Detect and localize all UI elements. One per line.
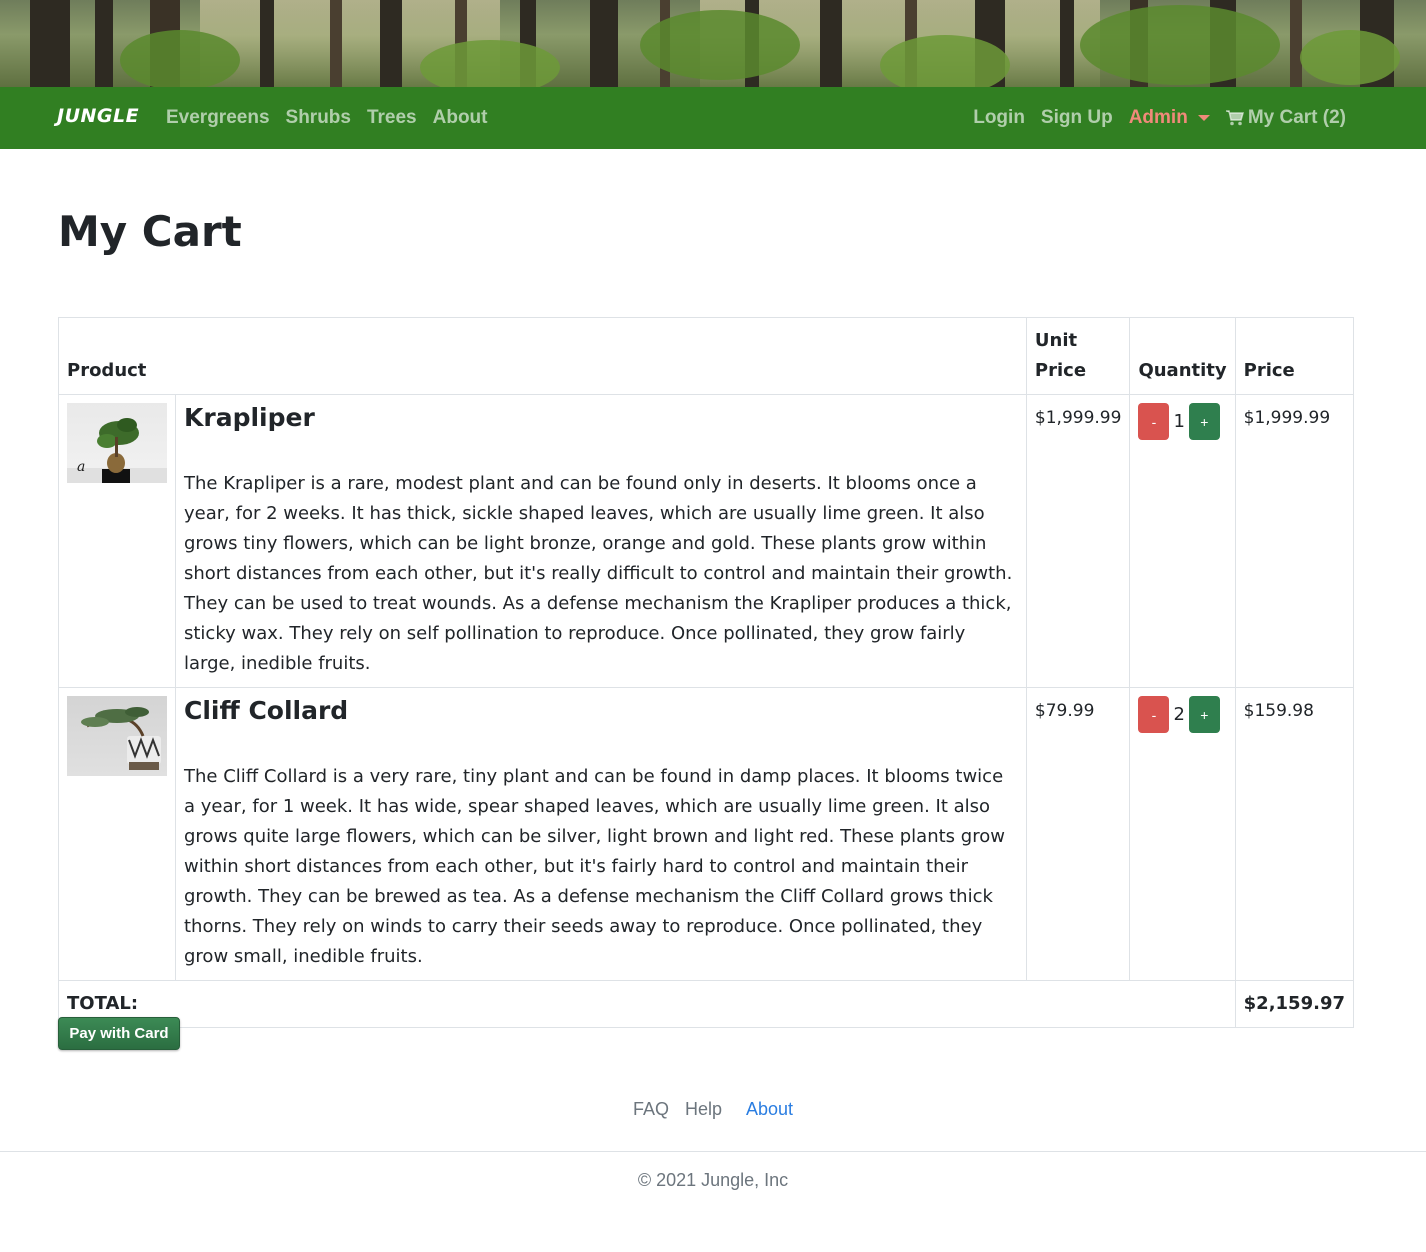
nav-link-trees[interactable]: Trees (367, 107, 417, 129)
cart-table: Product Unit Price Quantity Price a Krap… (58, 317, 1355, 1028)
footer-link-faq[interactable]: FAQ (633, 1099, 669, 1120)
footer-link-help[interactable]: Help (685, 1099, 722, 1120)
product-name[interactable]: Cliff Collard (184, 696, 1018, 726)
page-title: My Cart (58, 207, 242, 256)
admin-dropdown[interactable]: Admin (1129, 107, 1210, 129)
quantity-value: 2 (1173, 704, 1185, 725)
header-product: Product (58, 317, 1027, 395)
nav-link-shrubs[interactable]: Shrubs (286, 107, 351, 129)
product-description: The Krapliper is a rare, modest plant an… (184, 473, 1013, 674)
unit-price-cell: $1,999.99 (1025, 394, 1131, 688)
bonsai-image: a (67, 418, 167, 483)
nav-link-signup[interactable]: Sign Up (1041, 107, 1113, 129)
line-price-cell: $1,999.99 (1234, 394, 1355, 688)
decrease-quantity-button[interactable]: - (1138, 403, 1170, 440)
nav-right-links: Login Sign Up Admin My Cart (2) (973, 87, 1346, 149)
header-unit-price: Unit Price (1025, 317, 1131, 395)
product-info-cell: Cliff Collard The Cliff Collard is a ver… (175, 687, 1027, 981)
shopping-cart-icon (1225, 110, 1244, 126)
product-image[interactable]: a (67, 403, 167, 483)
table-row: Cliff Collard The Cliff Collard is a ver… (58, 687, 1355, 981)
admin-label: Admin (1128, 107, 1188, 128)
product-info-cell: Krapliper The Krapliper is a rare, modes… (175, 394, 1027, 688)
footer-link-about[interactable]: About (746, 1099, 793, 1120)
increase-quantity-button[interactable]: + (1188, 403, 1220, 440)
brand-logo[interactable]: JUNGLE (57, 105, 139, 127)
header-quantity: Quantity (1129, 317, 1236, 395)
table-row: a Krapliper The Krapliper is a rare, mod… (58, 394, 1355, 688)
caret-down-icon (1197, 115, 1210, 121)
footer-divider (0, 1151, 1426, 1152)
total-value: $2,159.97 (1234, 980, 1355, 1028)
nav-link-evergreens[interactable]: Evergreens (166, 107, 270, 129)
product-image-cell (58, 687, 176, 981)
bonsai-image (81, 707, 161, 770)
my-cart-label: My Cart (2) (1247, 107, 1346, 128)
nav-link-about[interactable]: About (433, 107, 488, 129)
nav-link-login[interactable]: Login (973, 107, 1025, 129)
table-header-row: Product Unit Price Quantity Price (58, 317, 1355, 395)
copyright-text: © 2021 Jungle, Inc (637, 1170, 789, 1190)
quantity-stepper: - 1 + (1138, 403, 1226, 440)
main-navbar: JUNGLE Evergreens Shrubs Trees About Log… (0, 87, 1426, 149)
quantity-cell: - 2 + (1129, 687, 1236, 981)
quantity-stepper: - 2 + (1138, 696, 1226, 733)
product-description: The Cliff Collard is a very rare, tiny p… (184, 766, 1005, 967)
header-price: Price (1234, 317, 1355, 395)
product-image-cell: a (58, 394, 176, 688)
quantity-cell: - 1 + (1129, 394, 1236, 688)
unit-price-cell: $79.99 (1025, 687, 1131, 981)
total-label: TOTAL: (58, 980, 1236, 1028)
footer-links: FAQ Help About (0, 1099, 1426, 1120)
decrease-quantity-button[interactable]: - (1138, 696, 1170, 733)
total-row: TOTAL: $2,159.97 (58, 980, 1355, 1028)
svg-text:a: a (77, 459, 85, 475)
pay-with-card-button[interactable]: Pay with Card (58, 1017, 180, 1050)
quantity-value: 1 (1173, 411, 1185, 432)
nav-left-links: Evergreens Shrubs Trees About (166, 87, 488, 149)
product-name[interactable]: Krapliper (184, 403, 1018, 433)
product-image[interactable] (67, 696, 167, 776)
my-cart-link[interactable]: My Cart (2) (1225, 107, 1346, 129)
forest-banner-image (0, 0, 1426, 87)
line-price-cell: $159.98 (1234, 687, 1355, 981)
increase-quantity-button[interactable]: + (1188, 696, 1220, 733)
